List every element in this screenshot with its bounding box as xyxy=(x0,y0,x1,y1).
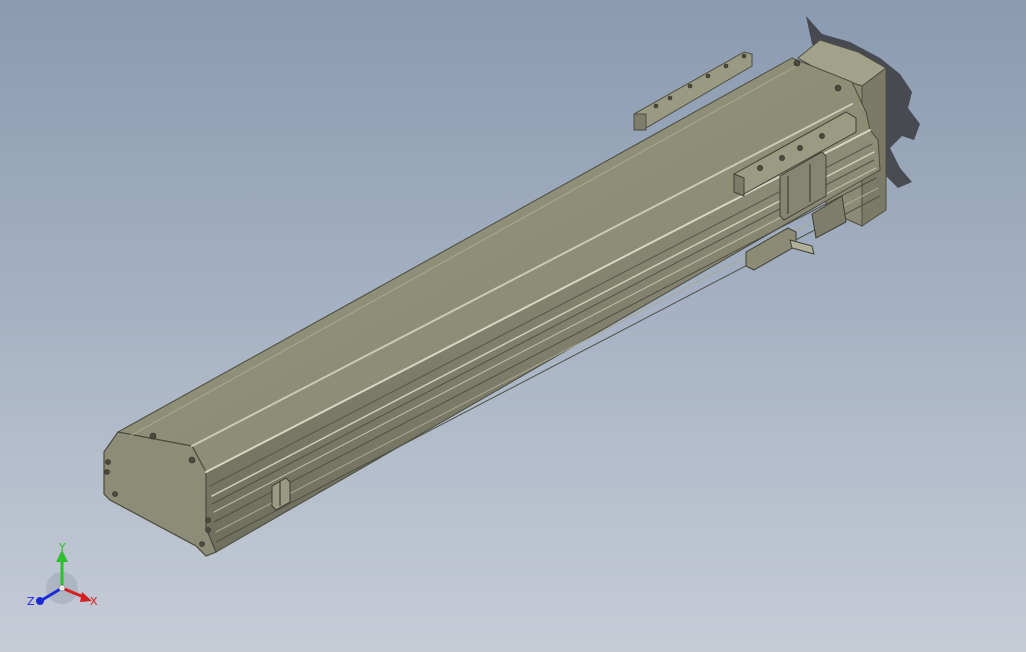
view-orientation-triad[interactable]: Y Z X xyxy=(22,536,112,616)
z-axis-tip xyxy=(36,597,44,605)
x-axis-label: X xyxy=(90,595,98,608)
y-axis-label: Y xyxy=(59,541,66,554)
cad-viewport[interactable]: Y Z X xyxy=(0,0,1026,652)
actuator-model[interactable] xyxy=(0,0,1026,652)
triad-origin xyxy=(58,584,66,592)
triad-graphic xyxy=(36,550,92,605)
z-axis-label: Z xyxy=(27,595,35,608)
